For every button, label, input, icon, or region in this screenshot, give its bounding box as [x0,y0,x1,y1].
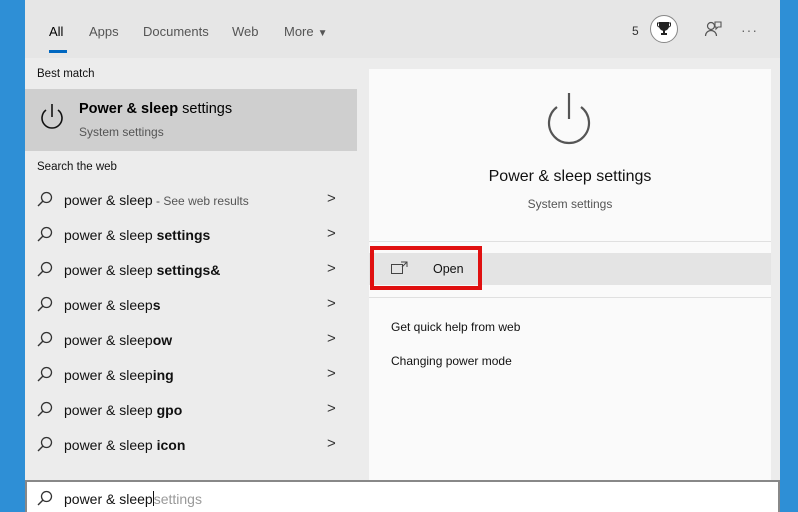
web-result-label: power & sleepow [64,332,172,348]
search-icon [37,436,53,457]
best-match-title: Power & sleep settings [79,101,232,117]
web-result-completion: icon [156,437,186,453]
search-icon [37,296,53,317]
search-icon [37,331,53,352]
divider [369,241,771,242]
tab-more[interactable]: More ▼ [284,24,328,39]
tab-all[interactable]: All [49,24,63,39]
chevron-right-icon[interactable]: > [327,330,336,347]
best-match-title-bold: Power & sleep [79,101,179,117]
web-result-label: power & sleep settings [64,227,210,243]
web-result-prefix: power & sleep [64,367,153,383]
web-result-completion: settings& [156,262,221,278]
web-result-row[interactable]: power & sleepow > [25,322,357,357]
tab-documents[interactable]: Documents [143,24,209,39]
help-link-changing-power-mode[interactable]: Changing power mode [391,354,512,368]
web-result-prefix: power & sleep [64,192,153,208]
web-result-label: power & sleep gpo [64,402,182,418]
best-match-subtitle: System settings [79,125,164,139]
search-icon [37,366,53,387]
web-result-prefix: power & sleep [64,437,157,453]
power-icon [38,101,66,138]
web-result-row[interactable]: power & sleep icon > [25,427,357,462]
search-query-typed: power & sleep [64,491,153,507]
web-result-completion: ing [152,367,174,383]
best-match-item[interactable]: Power & sleep settings System settings [25,89,357,151]
tab-more-label: More [284,24,314,39]
chevron-right-icon[interactable]: > [327,400,336,417]
rewards-count: 5 [632,24,639,38]
web-result-completion: settings [156,227,211,243]
chevron-right-icon[interactable]: > [327,260,336,277]
web-result-completion: gpo [156,402,183,418]
active-tab-indicator [49,50,67,53]
web-result-label: power & sleep - See web results [64,192,249,208]
best-match-heading: Best match [37,68,95,80]
web-result-prefix: power & sleep [64,262,157,278]
search-icon [37,261,53,282]
web-result-label: power & sleep settings& [64,262,220,278]
search-icon [37,226,53,247]
web-result-row[interactable]: power & sleep - See web results > [25,182,357,217]
web-result-suffix: - See web results [152,194,249,208]
web-result-prefix: power & sleep [64,332,153,348]
scope-tabs-bar: All Apps Documents Web More ▼ 5 ··· [25,0,780,58]
web-result-label: power & sleeps [64,297,161,313]
search-input[interactable]: power & sleepsettings [64,491,202,507]
tab-apps[interactable]: Apps [89,24,119,39]
web-result-row[interactable]: power & sleeps > [25,287,357,322]
search-box[interactable]: power & sleepsettings [25,480,780,512]
best-match-title-rest: settings [178,101,233,117]
search-icon [37,401,53,422]
highlight-annotation-box [370,246,482,290]
web-result-row[interactable]: power & sleeping > [25,357,357,392]
power-icon-large [539,87,599,152]
divider [369,297,771,298]
feedback-icon[interactable] [704,20,722,43]
web-result-label: power & sleep icon [64,437,185,453]
web-result-completion: s [152,297,161,313]
rewards-trophy-icon[interactable] [650,15,678,43]
chevron-right-icon[interactable]: > [327,435,336,452]
detail-title: Power & sleep settings [488,168,652,185]
detail-subtitle: System settings [527,197,613,211]
web-result-label: power & sleeping [64,367,174,383]
search-icon [37,490,53,511]
web-result-row[interactable]: power & sleep settings > [25,217,357,252]
web-result-row[interactable]: power & sleep gpo > [25,392,357,427]
tab-web[interactable]: Web [232,24,259,39]
search-web-heading: Search the web [37,161,117,173]
quick-help-heading: Get quick help from web [391,320,521,334]
web-result-prefix: power & sleep [64,227,157,243]
chevron-right-icon[interactable]: > [327,225,336,242]
search-autocomplete-suggestion: settings [153,491,202,507]
more-options-icon[interactable]: ··· [741,22,758,38]
chevron-down-icon: ▼ [317,28,328,39]
chevron-right-icon[interactable]: > [327,365,336,382]
chevron-right-icon[interactable]: > [327,190,336,207]
web-result-row[interactable]: power & sleep settings& > [25,252,357,287]
chevron-right-icon[interactable]: > [327,295,336,312]
search-icon [37,191,53,212]
web-result-prefix: power & sleep [64,402,157,418]
web-result-prefix: power & sleep [64,297,153,313]
results-list: Best match Power & sleep settings System… [25,58,357,480]
web-result-completion: ow [152,332,173,348]
